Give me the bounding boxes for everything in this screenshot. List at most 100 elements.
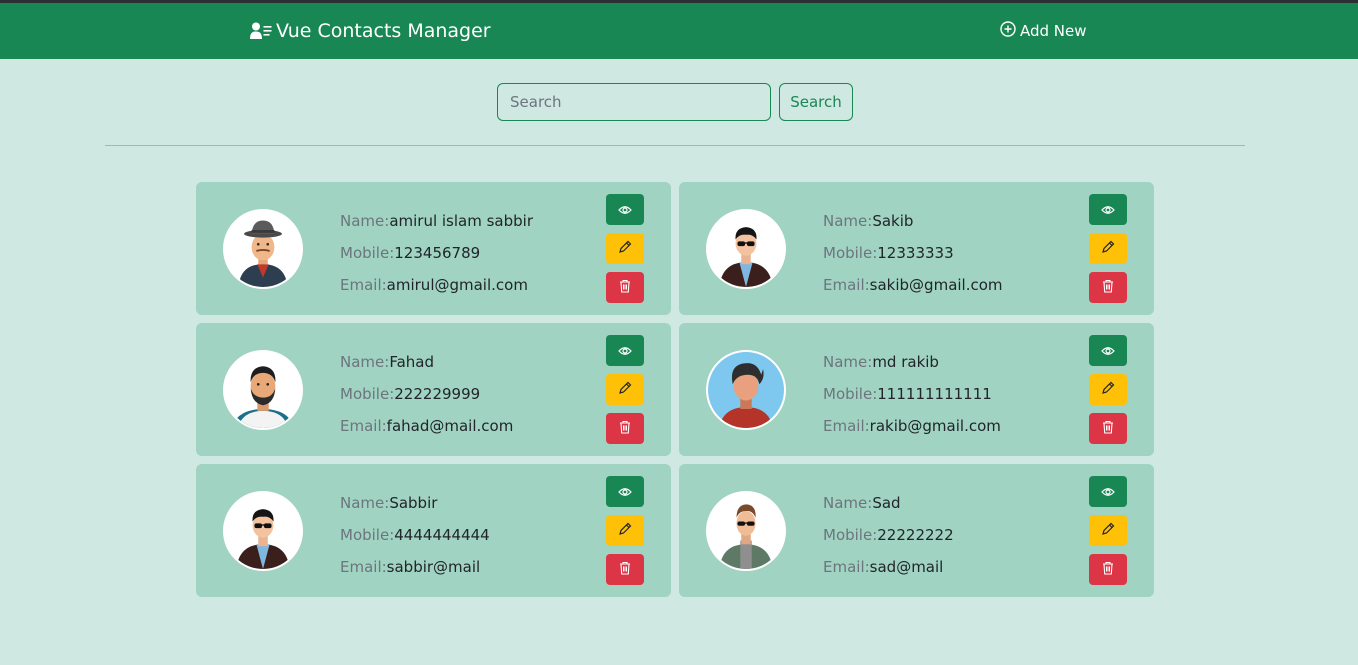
contacts-icon: [250, 22, 272, 40]
contact-mobile: 123456789: [394, 244, 481, 262]
contact-mobile: 222229999: [394, 385, 481, 403]
card-actions: [1089, 335, 1127, 444]
bearded-man-avatar: [223, 350, 303, 430]
contact-mobile-row: Mobile:4444444444: [340, 519, 490, 551]
email-label: Email:: [823, 417, 870, 435]
edit-button[interactable]: [606, 374, 644, 405]
search-button[interactable]: Search: [779, 83, 853, 121]
email-label: Email:: [823, 558, 870, 576]
name-label: Name:: [340, 353, 390, 371]
view-button[interactable]: [1089, 476, 1127, 507]
contact-email: sakib@gmail.com: [869, 276, 1003, 294]
contact-mobile-row: Mobile:12333333: [823, 237, 1003, 269]
name-label: Name:: [340, 212, 390, 230]
contact-info: Name:Sabbir Mobile:4444444444 Email:sabb…: [340, 487, 490, 583]
contact-email-row: Email:amirul@gmail.com: [340, 269, 533, 301]
contact-card: Name:Sakib Mobile:12333333 Email:sakib@g…: [679, 182, 1154, 315]
edit-button[interactable]: [606, 233, 644, 264]
contact-email-row: Email:sad@mail: [823, 551, 954, 583]
contact-name-row: Name:md rakib: [823, 346, 1001, 378]
add-new-label: Add New: [1020, 22, 1087, 40]
sunglasses-man-avatar: [223, 491, 303, 571]
eye-icon: [618, 482, 632, 501]
card-actions: [606, 476, 644, 585]
contact-name-row: Name:Sakib: [823, 205, 1003, 237]
contacts-grid: Name:amirul islam sabbir Mobile:12345678…: [196, 182, 1154, 597]
contact-card: Name:amirul islam sabbir Mobile:12345678…: [196, 182, 671, 315]
view-button[interactable]: [1089, 194, 1127, 225]
contact-mobile: 4444444444: [394, 526, 490, 544]
contact-email-row: Email:rakib@gmail.com: [823, 410, 1001, 442]
card-actions: [1089, 194, 1127, 303]
brand-link[interactable]: Vue Contacts Manager: [250, 3, 491, 59]
contact-name: Sakib: [872, 212, 914, 230]
view-button[interactable]: [606, 194, 644, 225]
email-label: Email:: [340, 276, 387, 294]
name-label: Name:: [823, 494, 873, 512]
trash-icon: [1102, 560, 1114, 579]
email-label: Email:: [823, 276, 870, 294]
delete-button[interactable]: [1089, 554, 1127, 585]
view-button[interactable]: [606, 476, 644, 507]
contact-mobile-row: Mobile:22222222: [823, 519, 954, 551]
jacket-man-avatar: [706, 491, 786, 571]
name-label: Name:: [340, 494, 390, 512]
trash-icon: [619, 419, 631, 438]
contact-info: Name:Sakib Mobile:12333333 Email:sakib@g…: [823, 205, 1003, 301]
edit-button[interactable]: [606, 515, 644, 546]
delete-button[interactable]: [606, 554, 644, 585]
contact-name-row: Name:amirul islam sabbir: [340, 205, 533, 237]
edit-button[interactable]: [1089, 515, 1127, 546]
mobile-label: Mobile:: [340, 385, 395, 403]
mobile-label: Mobile:: [340, 244, 395, 262]
view-button[interactable]: [606, 335, 644, 366]
contact-info: Name:Fahad Mobile:222229999 Email:fahad@…: [340, 346, 513, 442]
contact-name-row: Name:Sabbir: [340, 487, 490, 519]
pencil-icon: [1101, 380, 1115, 399]
search-input[interactable]: [497, 83, 771, 121]
hat-man-avatar: [223, 209, 303, 289]
delete-button[interactable]: [606, 413, 644, 444]
contact-email-row: Email:sakib@gmail.com: [823, 269, 1003, 301]
mobile-label: Mobile:: [823, 244, 878, 262]
contact-email-row: Email:sabbir@mail: [340, 551, 490, 583]
contact-mobile: 111111111111: [877, 385, 992, 403]
contact-info: Name:amirul islam sabbir Mobile:12345678…: [340, 205, 533, 301]
contact-email: amirul@gmail.com: [386, 276, 528, 294]
delete-button[interactable]: [1089, 413, 1127, 444]
contact-name: md rakib: [872, 353, 939, 371]
eye-icon: [1101, 482, 1115, 501]
pencil-icon: [618, 380, 632, 399]
pencil-icon: [618, 239, 632, 258]
eye-icon: [1101, 200, 1115, 219]
contact-email: rakib@gmail.com: [869, 417, 1001, 435]
contact-email: fahad@mail.com: [386, 417, 514, 435]
pencil-icon: [618, 521, 632, 540]
view-button[interactable]: [1089, 335, 1127, 366]
edit-button[interactable]: [1089, 374, 1127, 405]
contact-name: amirul islam sabbir: [389, 212, 533, 230]
eye-icon: [618, 200, 632, 219]
eye-icon: [618, 341, 632, 360]
sunglasses-man-avatar: [706, 209, 786, 289]
contact-email-row: Email:fahad@mail.com: [340, 410, 513, 442]
email-label: Email:: [340, 558, 387, 576]
contact-card: Name:Sad Mobile:22222222 Email:sad@mail: [679, 464, 1154, 597]
mobile-label: Mobile:: [340, 526, 395, 544]
delete-button[interactable]: [606, 272, 644, 303]
edit-button[interactable]: [1089, 233, 1127, 264]
contact-mobile-row: Mobile:111111111111: [823, 378, 1001, 410]
name-label: Name:: [823, 353, 873, 371]
mobile-label: Mobile:: [823, 385, 878, 403]
divider: [105, 145, 1245, 146]
delete-button[interactable]: [1089, 272, 1127, 303]
add-new-button[interactable]: Add New: [1000, 3, 1087, 59]
trash-icon: [1102, 278, 1114, 297]
contact-email: sad@mail: [869, 558, 944, 576]
faceless-man-avatar: [706, 350, 786, 430]
contact-card: Name:md rakib Mobile:111111111111 Email:…: [679, 323, 1154, 456]
contact-info: Name:Sad Mobile:22222222 Email:sad@mail: [823, 487, 954, 583]
navbar: Vue Contacts Manager Add New: [0, 3, 1358, 59]
contact-name-row: Name:Fahad: [340, 346, 513, 378]
contact-card: Name:Sabbir Mobile:4444444444 Email:sabb…: [196, 464, 671, 597]
